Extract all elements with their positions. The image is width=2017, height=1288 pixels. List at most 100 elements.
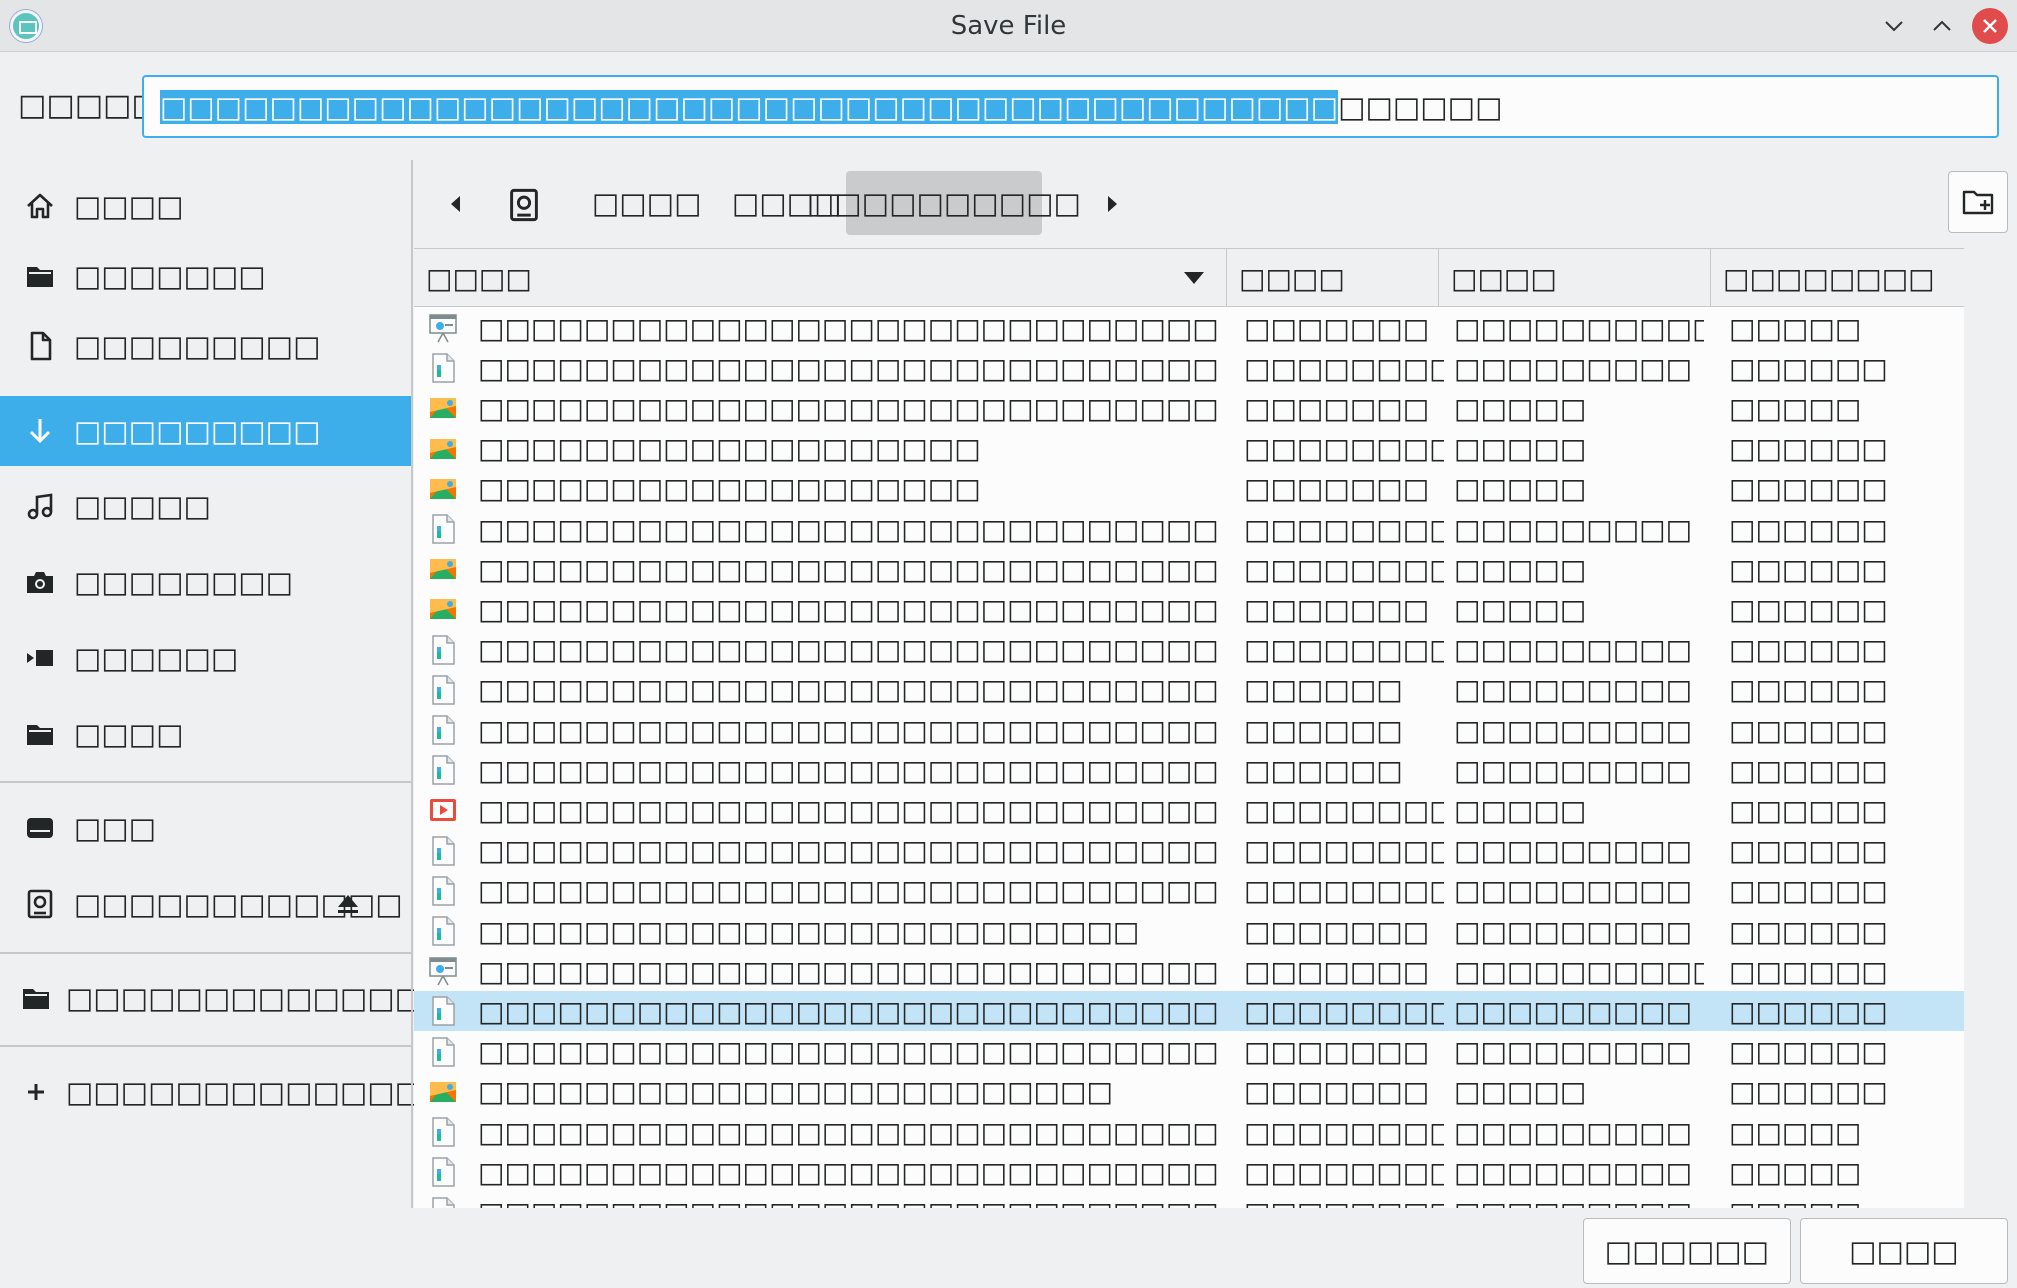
sidebar-item-label: □□□□ [74, 717, 184, 751]
file-name: □□□□□□□□□□□□□□□□□□□□□□□□□□□□□□□ [478, 552, 1218, 586]
column-header-name[interactable]: □□□□ [414, 249, 1227, 307]
file-type: □□□□□□□□□ [1454, 1035, 1693, 1069]
file-size: □□□□□□ [1244, 753, 1403, 787]
document-icon [428, 509, 460, 549]
path-scroll-right-button[interactable] [1094, 186, 1130, 222]
file-type: □□□□□□□□□ [1454, 1155, 1693, 1189]
file-row[interactable]: □□□□□□□□□□□□□□□□□□□□□□□□□□□□□□□□□□□□□□□□… [414, 509, 1964, 549]
sidebar-item-removable-drive[interactable]: □□□□□□□□□□□□ [0, 869, 412, 939]
file-modified: □□□□□ [1729, 391, 1862, 425]
file-row[interactable]: □□□□□□□□□□□□□□□□□□□□□□□□□□□□□□□□□□□□□□□□… [414, 1192, 1964, 1208]
file-row[interactable]: □□□□□□□□□□□□□□□□□□□□□□□□□□□□□□□□□□□□□□□□… [414, 790, 1964, 830]
file-modified: □□□□□□ [1729, 954, 1888, 988]
folder-icon [20, 256, 60, 296]
file-type: □□□□□ [1454, 552, 1587, 586]
file-size: □□□□□□□□ [1244, 1192, 1444, 1208]
file-modified: □□□□□□ [1729, 1075, 1888, 1109]
home-icon [20, 186, 60, 226]
file-row[interactable]: □□□□□□□□□□□□□□□□□□□□□□□□□□□□□□□□□□□□□□□□… [414, 549, 1964, 589]
file-modified: □□□□□□ [1729, 753, 1888, 787]
path-scroll-left-button[interactable] [438, 186, 474, 222]
file-row[interactable]: □□□□□□□□□□□□□□□□□□□□□□□□□□□□□□□□□□□□□□□□… [414, 1112, 1964, 1152]
file-size: □□□□□□ [1244, 713, 1403, 747]
save-button[interactable]: □□□□ [1800, 1218, 2008, 1284]
file-row[interactable]: □□□□□□□□□□□□□□□□□□□□□□□□□□□□□□□□□□□□□□□□… [414, 710, 1964, 750]
file-size: □□□□□□□□ [1244, 834, 1444, 868]
file-size: □□□□□□□□ [1244, 432, 1444, 466]
column-label: □□□□ [426, 261, 532, 295]
file-size: □□□□□□□ [1244, 472, 1430, 506]
column-header-type[interactable]: □□□□ [1439, 249, 1711, 307]
file-size: □□□□□□□□ [1244, 351, 1444, 385]
column-header-size[interactable]: □□□□ [1227, 249, 1439, 307]
file-row[interactable]: □□□□□□□□□□□□□□□□□□□□□□□□□□□□□□□□□□□□□□□□… [414, 991, 1964, 1032]
chevron-up-icon [1933, 20, 1951, 31]
file-list[interactable]: □□□□ □□□□ □□□□ □□□□□□□□ □□□□□□□□□□□□□□□□… [414, 248, 1964, 1208]
file-row[interactable]: □□□□□□□□□□□□□□□□□□□□□□□□□□□□□□□□□□□□□□□□… [414, 831, 1964, 871]
file-modified: □□□□□□ [1729, 834, 1888, 868]
filename-input[interactable]: □□□□□□□□□□□□□□□□□□□□□□□□□□□□□□□□□□□□□□□□… [142, 75, 1999, 138]
file-type: □□□□□□□□□ [1454, 834, 1693, 868]
file-name: □□□□□□□□□□□□□□□□□□□□□□□□□□□□□□ [478, 512, 1218, 546]
column-header-modified[interactable]: □□□□□□□□ [1711, 249, 1964, 307]
sidebar-item-folder-2[interactable]: □□□□ [0, 699, 412, 769]
file-row[interactable]: □□□□□□□□□□□□□□□□□□□ □□□□□□□ □□□□□ □□□□□□ [414, 469, 1964, 509]
removable-drive-icon[interactable] [506, 187, 542, 223]
file-row[interactable]: □□□□□□□□□□□□□□□□□□□□□□□□□□□□□□□□□□□□□□□□… [414, 308, 1964, 348]
file-name: □□□□□□□□□□□□□□□□□□□□□□□□ [478, 1075, 1113, 1109]
close-button[interactable] [1972, 8, 2008, 44]
file-modified: □□□□□ [1729, 311, 1862, 345]
new-folder-button[interactable] [1948, 171, 2008, 233]
file-row[interactable]: □□□□□□□□□□□□□□□□□□□□□□□□□□□□□□□□□□□□□□□□… [414, 911, 1964, 951]
file-row[interactable]: □□□□□□□□□□□□□□□□□□□□□□□□□□□□□□□□□□□□□□□□… [414, 630, 1964, 670]
path-bar: □□□□ □□□□ □□□□□□□□□□ [414, 160, 2017, 246]
file-row[interactable]: □□□□□□□□□□□□□□□□□□□□□□□□□□□□□□□□□□□□□□□□… [414, 750, 1964, 790]
file-list-scroll-area [1964, 248, 2017, 1208]
sidebar-divider[interactable] [411, 160, 413, 1208]
file-row[interactable]: □□□□□□□□□□□□□□□□□□□□□□□□□□□□□□□□□□□□□□□□… [414, 1152, 1964, 1192]
sidebar-item-documents[interactable]: □□□□□□□□□ [0, 311, 412, 381]
file-row[interactable]: □□□□□□□□□□□□□□□□□□□□□□□□□□□□□□□□□□□□□□□□… [414, 871, 1964, 911]
file-name: □□□□□□□□□□□□□□□□□□□□□□□□□□□□□□□□□□□□□ [478, 793, 1218, 827]
file-size: □□□□□□□□ [1244, 633, 1444, 667]
path-segment[interactable]: □□□□ [568, 171, 726, 235]
file-size: □□□□□□□ [1244, 1035, 1430, 1069]
sidebar-item-music[interactable]: □□□□□ [0, 471, 412, 541]
file-row[interactable]: □□□□□□□□□□□□□□□□□□□ □□□□□□□□ □□□□□ □□□□□□ [414, 429, 1964, 469]
eject-icon[interactable] [332, 888, 364, 920]
sidebar-item-bookmark-folder[interactable]: □□□□□□□□□□□□□□□ [0, 963, 477, 1033]
sidebar-item-home[interactable]: □□□□ [0, 171, 412, 241]
file-row[interactable]: □□□□□□□□□□□□□□□□□□□□□□□□□□□□□□□□□□□□□□□□… [414, 951, 1964, 991]
file-row[interactable]: □□□□□□□□□□□□□□□□□□□□□□□□□□□□□□□□□□□□□□□□… [414, 348, 1964, 388]
arrow-left-icon [451, 196, 460, 212]
file-name: □□□□□□□□□□□□□□□□□□□□□□□□□□□□□□□□□□□□□□□□… [478, 753, 1218, 787]
title-bar: Save File [0, 0, 2017, 52]
file-row[interactable]: □□□□□□□□□□□□□□□□□□□□□□□□□□□□□□□□□□□□□□□□… [414, 388, 1964, 428]
sidebar-item-videos[interactable]: □□□□□□ [0, 623, 412, 693]
file-row[interactable]: □□□□□□□□□□□□□□□□□□□□□□□□□□□□□□□□□□□□□□□□… [414, 589, 1964, 629]
sidebar-separator [0, 781, 412, 783]
sidebar-item-pictures[interactable]: □□□□□□□□ [0, 547, 412, 617]
document-icon [428, 991, 460, 1031]
sidebar-item-downloads[interactable]: □□□□□□□□□ [0, 396, 412, 466]
image-icon [428, 589, 460, 629]
cancel-button[interactable]: □□□□□□ [1583, 1218, 1791, 1284]
file-row[interactable]: □□□□□□□□□□□□□□□□□□□□□□□□□□□□□□□□□□□□□□□□… [414, 1072, 1964, 1112]
file-type: □□□□□ [1454, 793, 1587, 827]
arrow-right-icon [1108, 196, 1117, 212]
file-modified: □□□□□□ [1729, 713, 1888, 747]
file-row[interactable]: □□□□□□□□□□□□□□□□□□□□□□□□□□□□□□□□□□□□□□□□… [414, 670, 1964, 710]
file-row[interactable]: □□□□□□□□□□□□□□□□□□□□□□□□□□□□□□□□□□□□□□□□… [414, 1032, 1964, 1072]
sidebar-item-drive[interactable]: □□□ [0, 793, 412, 863]
maximize-button[interactable] [1924, 8, 1960, 44]
file-modified: □□□□□□ [1729, 552, 1888, 586]
sidebar-item-folder[interactable]: □□□□□□□ [0, 241, 412, 311]
document-icon [428, 911, 460, 951]
minimize-button[interactable] [1876, 8, 1912, 44]
path-segment-current[interactable]: □□□□□□□□□□ [807, 171, 1081, 235]
new-folder-icon [1962, 190, 1994, 215]
sidebar-item-other-locations[interactable]: □□□□□□□□□□□□□□□□□□□ [0, 1057, 587, 1127]
file-modified: □□□□□□ [1729, 874, 1888, 908]
file-modified: □□□□□□ [1729, 793, 1888, 827]
folder-icon [20, 714, 60, 754]
